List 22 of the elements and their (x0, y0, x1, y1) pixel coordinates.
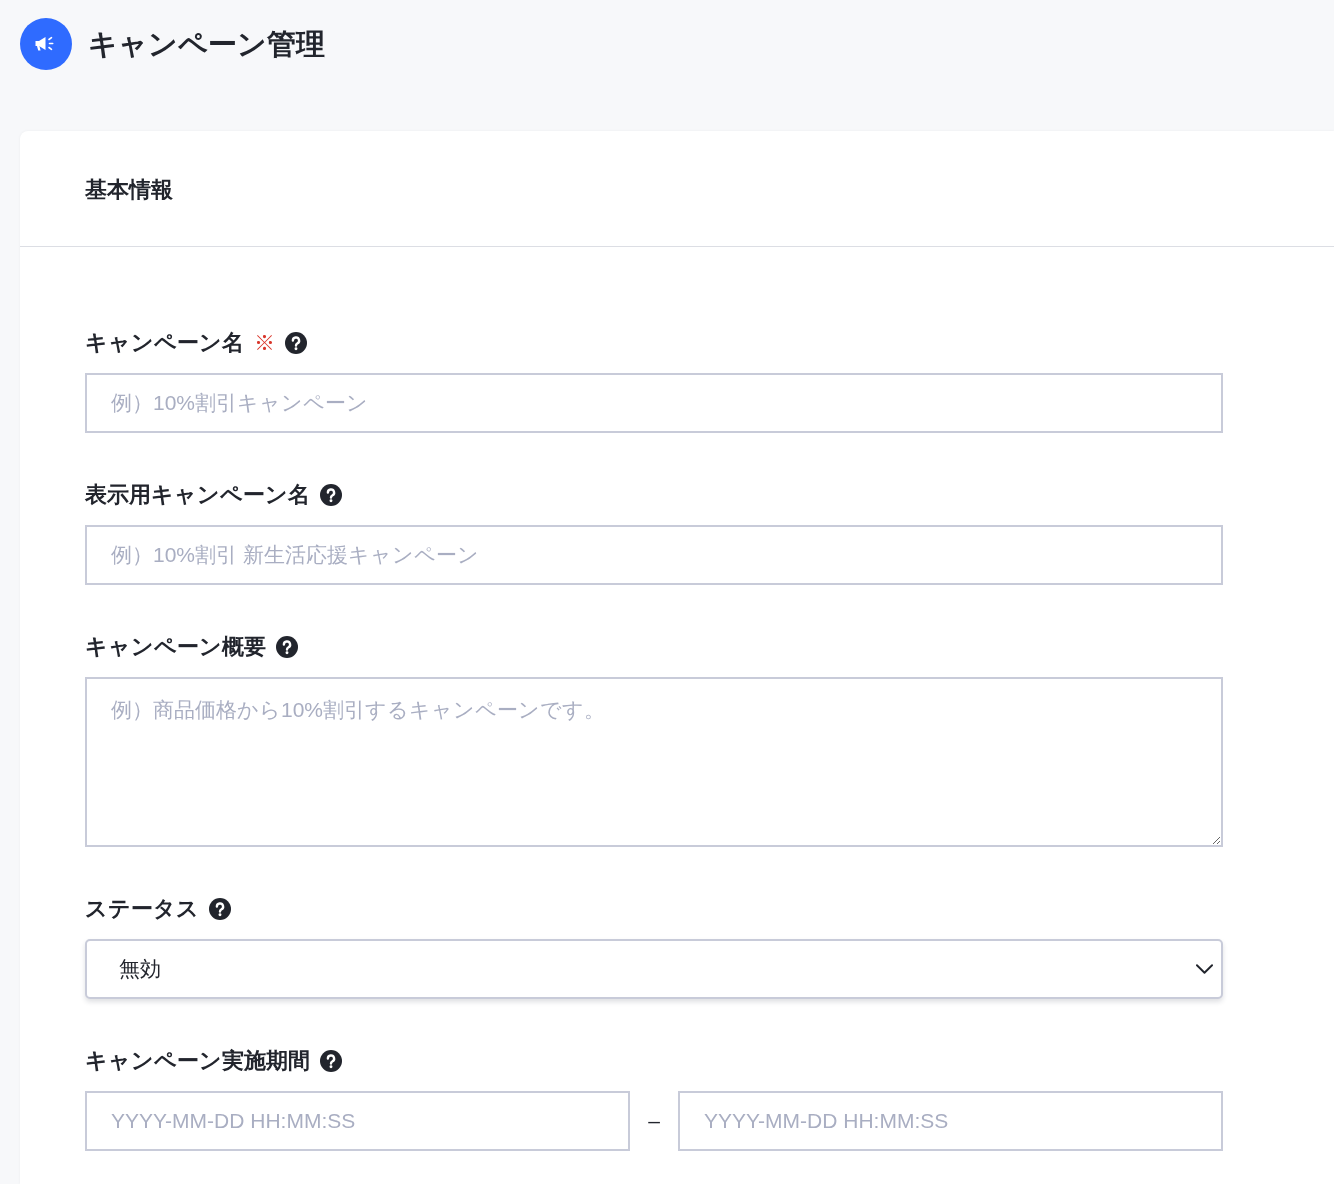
field-label: ステータス (85, 895, 199, 923)
field-label: キャンペーン概要 (85, 633, 266, 661)
megaphone-icon (20, 18, 72, 70)
date-input[interactable]: YYYY-MM-DD HH:MM:SS (678, 1091, 1223, 1151)
text-input[interactable]: 例）10%割引 新生活応援キャンペーン (85, 525, 1223, 585)
text-input[interactable]: 例）10%割引キャンペーン (85, 373, 1223, 433)
required-mark: ※ (254, 330, 275, 356)
section-title: 基本情報 (85, 175, 173, 204)
help-icon[interactable] (276, 636, 298, 658)
help-icon[interactable] (209, 898, 231, 920)
status-select[interactable]: 無効 (85, 939, 1223, 999)
help-icon[interactable] (285, 332, 307, 354)
range-separator: – (648, 1108, 660, 1134)
field-label: キャンペーン実施期間 (85, 1047, 310, 1075)
help-icon[interactable] (320, 1050, 342, 1072)
field-label: 表示用キャンペーン名 (85, 481, 310, 509)
help-icon[interactable] (320, 484, 342, 506)
field-label: キャンペーン名 (85, 329, 244, 357)
chevron-down-icon (1196, 964, 1213, 974)
textarea-field[interactable]: 例）商品価格から10%割引するキャンペーンです。 (85, 677, 1223, 847)
page-title: キャンペーン管理 (88, 27, 325, 62)
date-input[interactable]: YYYY-MM-DD HH:MM:SS (85, 1091, 630, 1151)
